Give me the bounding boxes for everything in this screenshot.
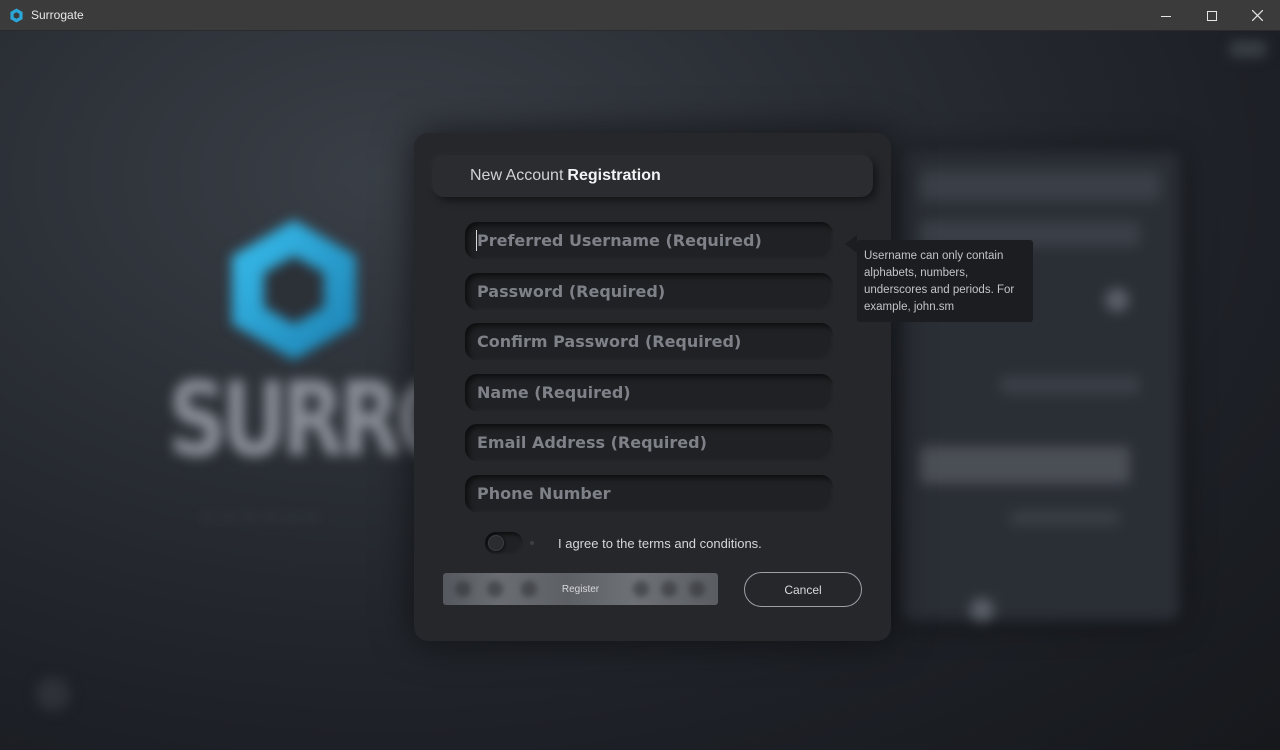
window-title: Surrogate xyxy=(31,8,84,22)
toggle-indicator-dot xyxy=(530,541,534,545)
confirm-password-input[interactable] xyxy=(465,323,833,360)
username-field[interactable] xyxy=(465,222,833,259)
phone-field[interactable] xyxy=(465,475,833,512)
register-button[interactable]: Register xyxy=(443,573,718,605)
dialog-header: New Account Registration xyxy=(432,155,873,197)
tooltip-arrow xyxy=(845,235,857,253)
app-hexagon-icon xyxy=(10,8,23,23)
maximize-button[interactable] xyxy=(1189,0,1235,31)
logo-tagline-blurred: — — — — — — xyxy=(202,509,321,524)
email-field[interactable] xyxy=(465,424,833,461)
close-icon xyxy=(1251,10,1263,21)
email-input[interactable] xyxy=(465,424,833,461)
password-input[interactable] xyxy=(465,273,833,310)
name-field[interactable] xyxy=(465,374,833,411)
password-field[interactable] xyxy=(465,273,833,310)
phone-input[interactable] xyxy=(465,475,833,512)
registration-dialog: New Account Registration xyxy=(414,133,891,641)
maximize-icon xyxy=(1207,10,1217,21)
toggle-knob xyxy=(488,535,504,551)
cancel-label: Cancel xyxy=(784,582,822,597)
close-button[interactable] xyxy=(1234,0,1280,31)
cancel-button[interactable]: Cancel xyxy=(744,572,862,607)
terms-toggle[interactable] xyxy=(485,532,523,554)
surrogate-logo-icon xyxy=(232,220,356,360)
terms-label: I agree to the terms and conditions. xyxy=(558,536,762,551)
background-topright-button xyxy=(1230,41,1266,57)
background-corner-button xyxy=(36,677,70,711)
minimize-icon xyxy=(1161,15,1171,17)
dialog-title-bold: Registration xyxy=(567,167,661,184)
username-input[interactable] xyxy=(465,222,833,259)
dialog-title-normal: New Account xyxy=(470,167,564,184)
title-bar: Surrogate xyxy=(0,0,1280,31)
name-input[interactable] xyxy=(465,374,833,411)
minimize-button[interactable] xyxy=(1143,0,1189,31)
background-login-panel xyxy=(900,151,1180,622)
confirm-password-field[interactable] xyxy=(465,323,833,360)
username-rules-tooltip: Username can only contain alphabets, num… xyxy=(857,240,1033,322)
register-label: Register xyxy=(561,583,600,595)
